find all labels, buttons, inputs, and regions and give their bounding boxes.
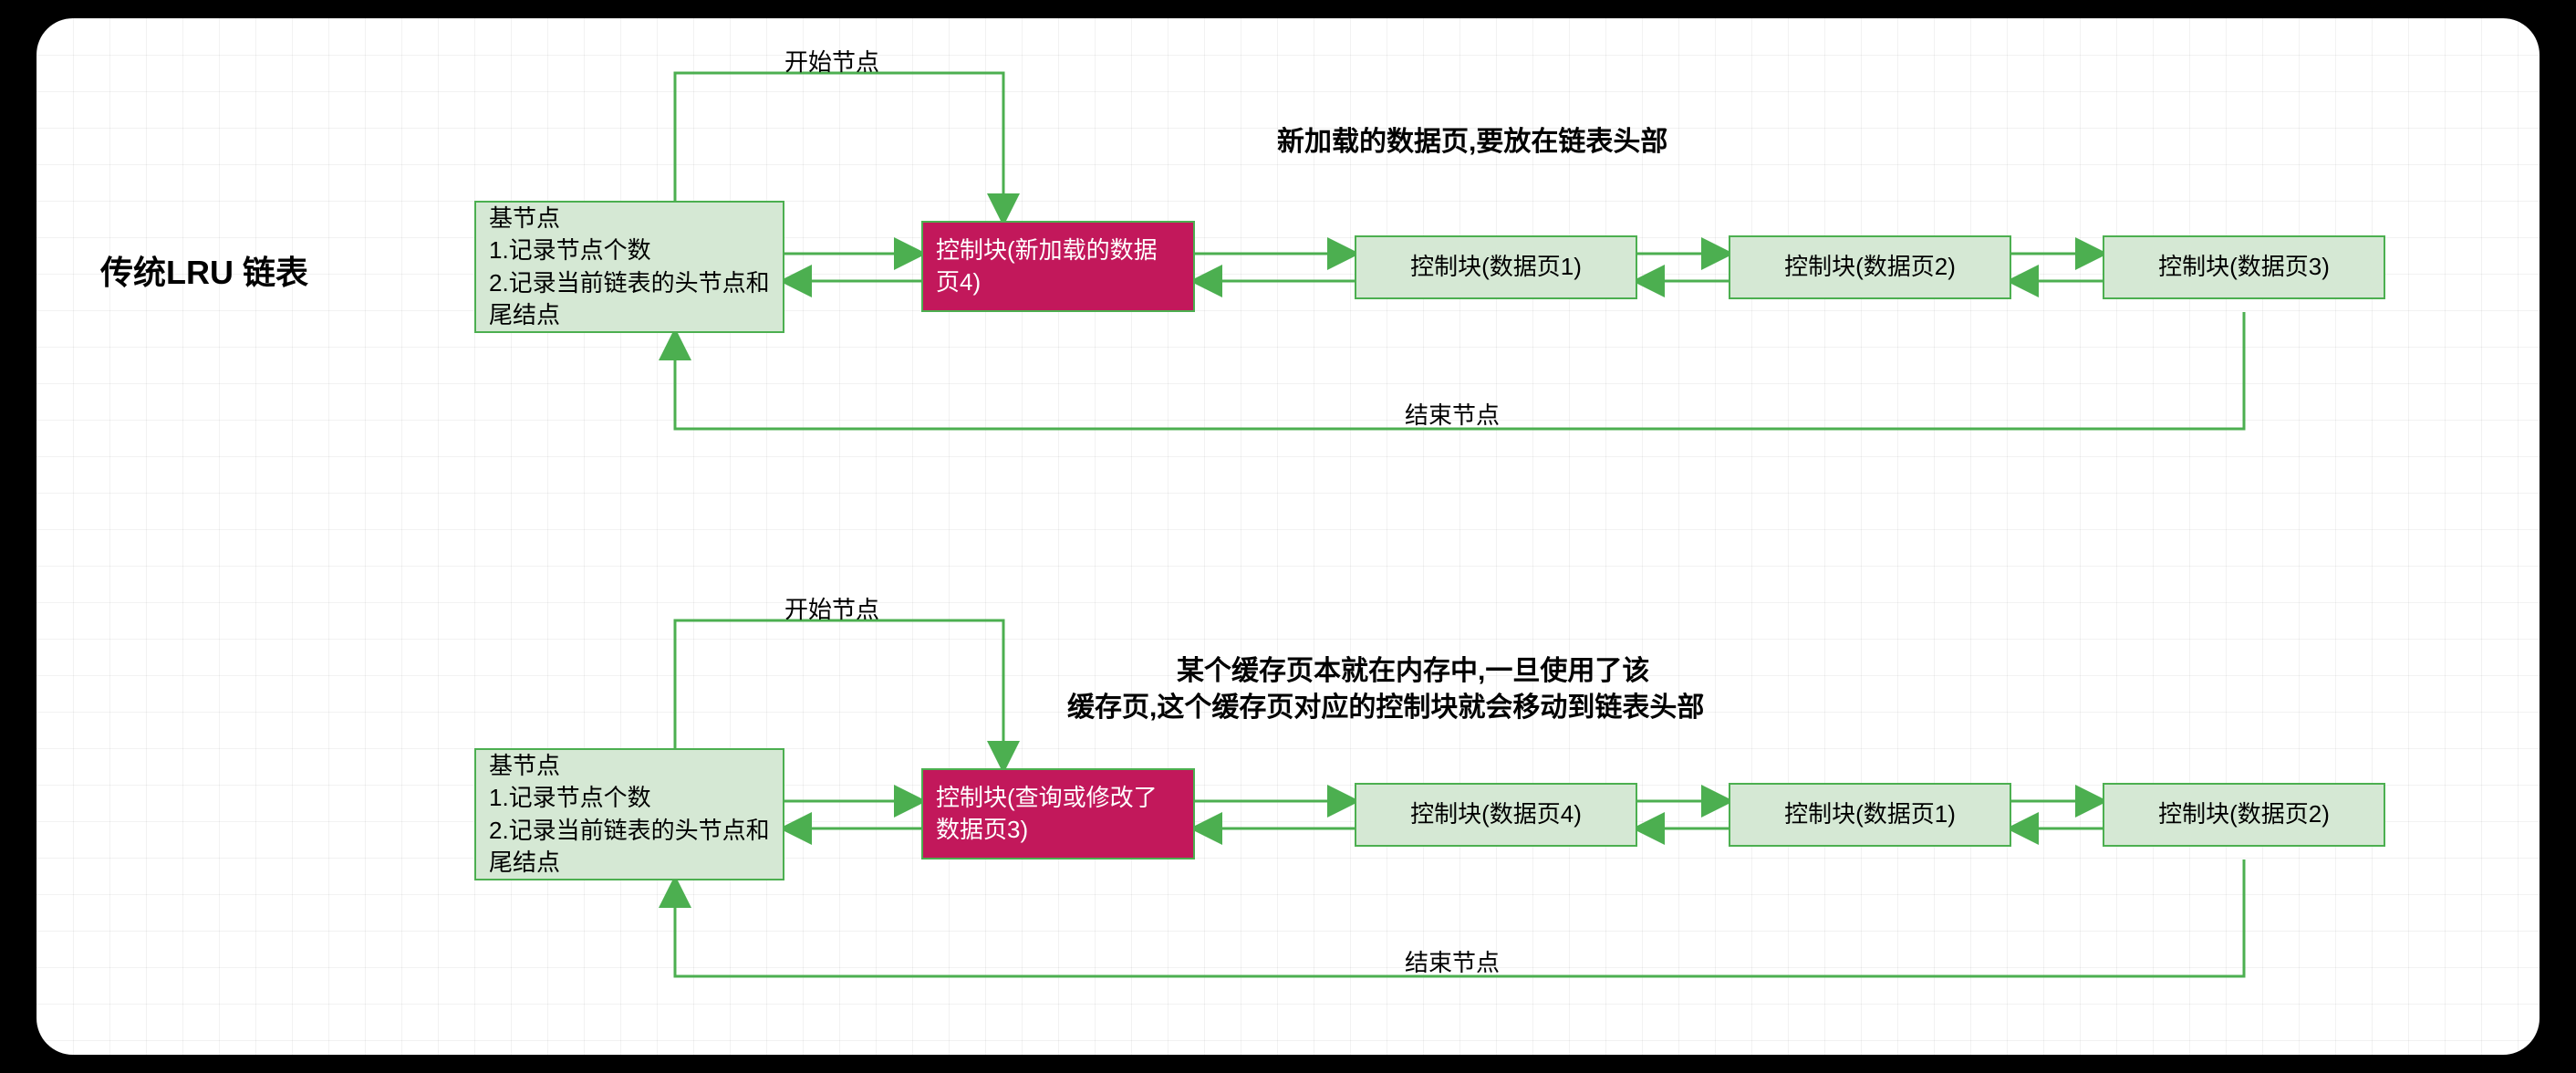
top-base-node: 基节点 1.记录节点个数 2.记录当前链表的头节点和尾结点 [474,201,784,333]
top-caption: 新加载的数据页,要放在链表头部 [1277,119,1667,159]
diagram-title: 传统LRU 链表 [100,246,308,294]
bottom-pink-node: 控制块(查询或修改了数据页3) [921,768,1195,859]
diagram-canvas: 传统LRU 链表 开始节点 新加载的数据页,要放在链表头部 结束节点 基节点 1… [36,18,2540,1055]
top-start-label: 开始节点 [784,44,879,78]
top-node-3: 控制块(数据页3) [2103,235,2385,299]
grid-background [36,18,2540,1055]
top-node-1: 控制块(数据页1) [1355,235,1637,299]
bottom-start-label: 开始节点 [784,591,879,625]
top-end-label: 结束节点 [1405,397,1500,431]
bottom-caption-2: 缓存页,这个缓存页对应的控制块就会移动到链表头部 [1067,684,1704,724]
bottom-node-1: 控制块(数据页4) [1355,783,1637,847]
bottom-node-2: 控制块(数据页1) [1729,783,2011,847]
bottom-base-node: 基节点 1.记录节点个数 2.记录当前链表的头节点和尾结点 [474,748,784,880]
bottom-end-label: 结束节点 [1405,944,1500,978]
top-node-2: 控制块(数据页2) [1729,235,2011,299]
bottom-caption-1: 某个缓存页本就在内存中,一旦使用了该 [1177,648,1649,688]
bottom-node-3: 控制块(数据页2) [2103,783,2385,847]
top-pink-node: 控制块(新加载的数据页4) [921,221,1195,312]
